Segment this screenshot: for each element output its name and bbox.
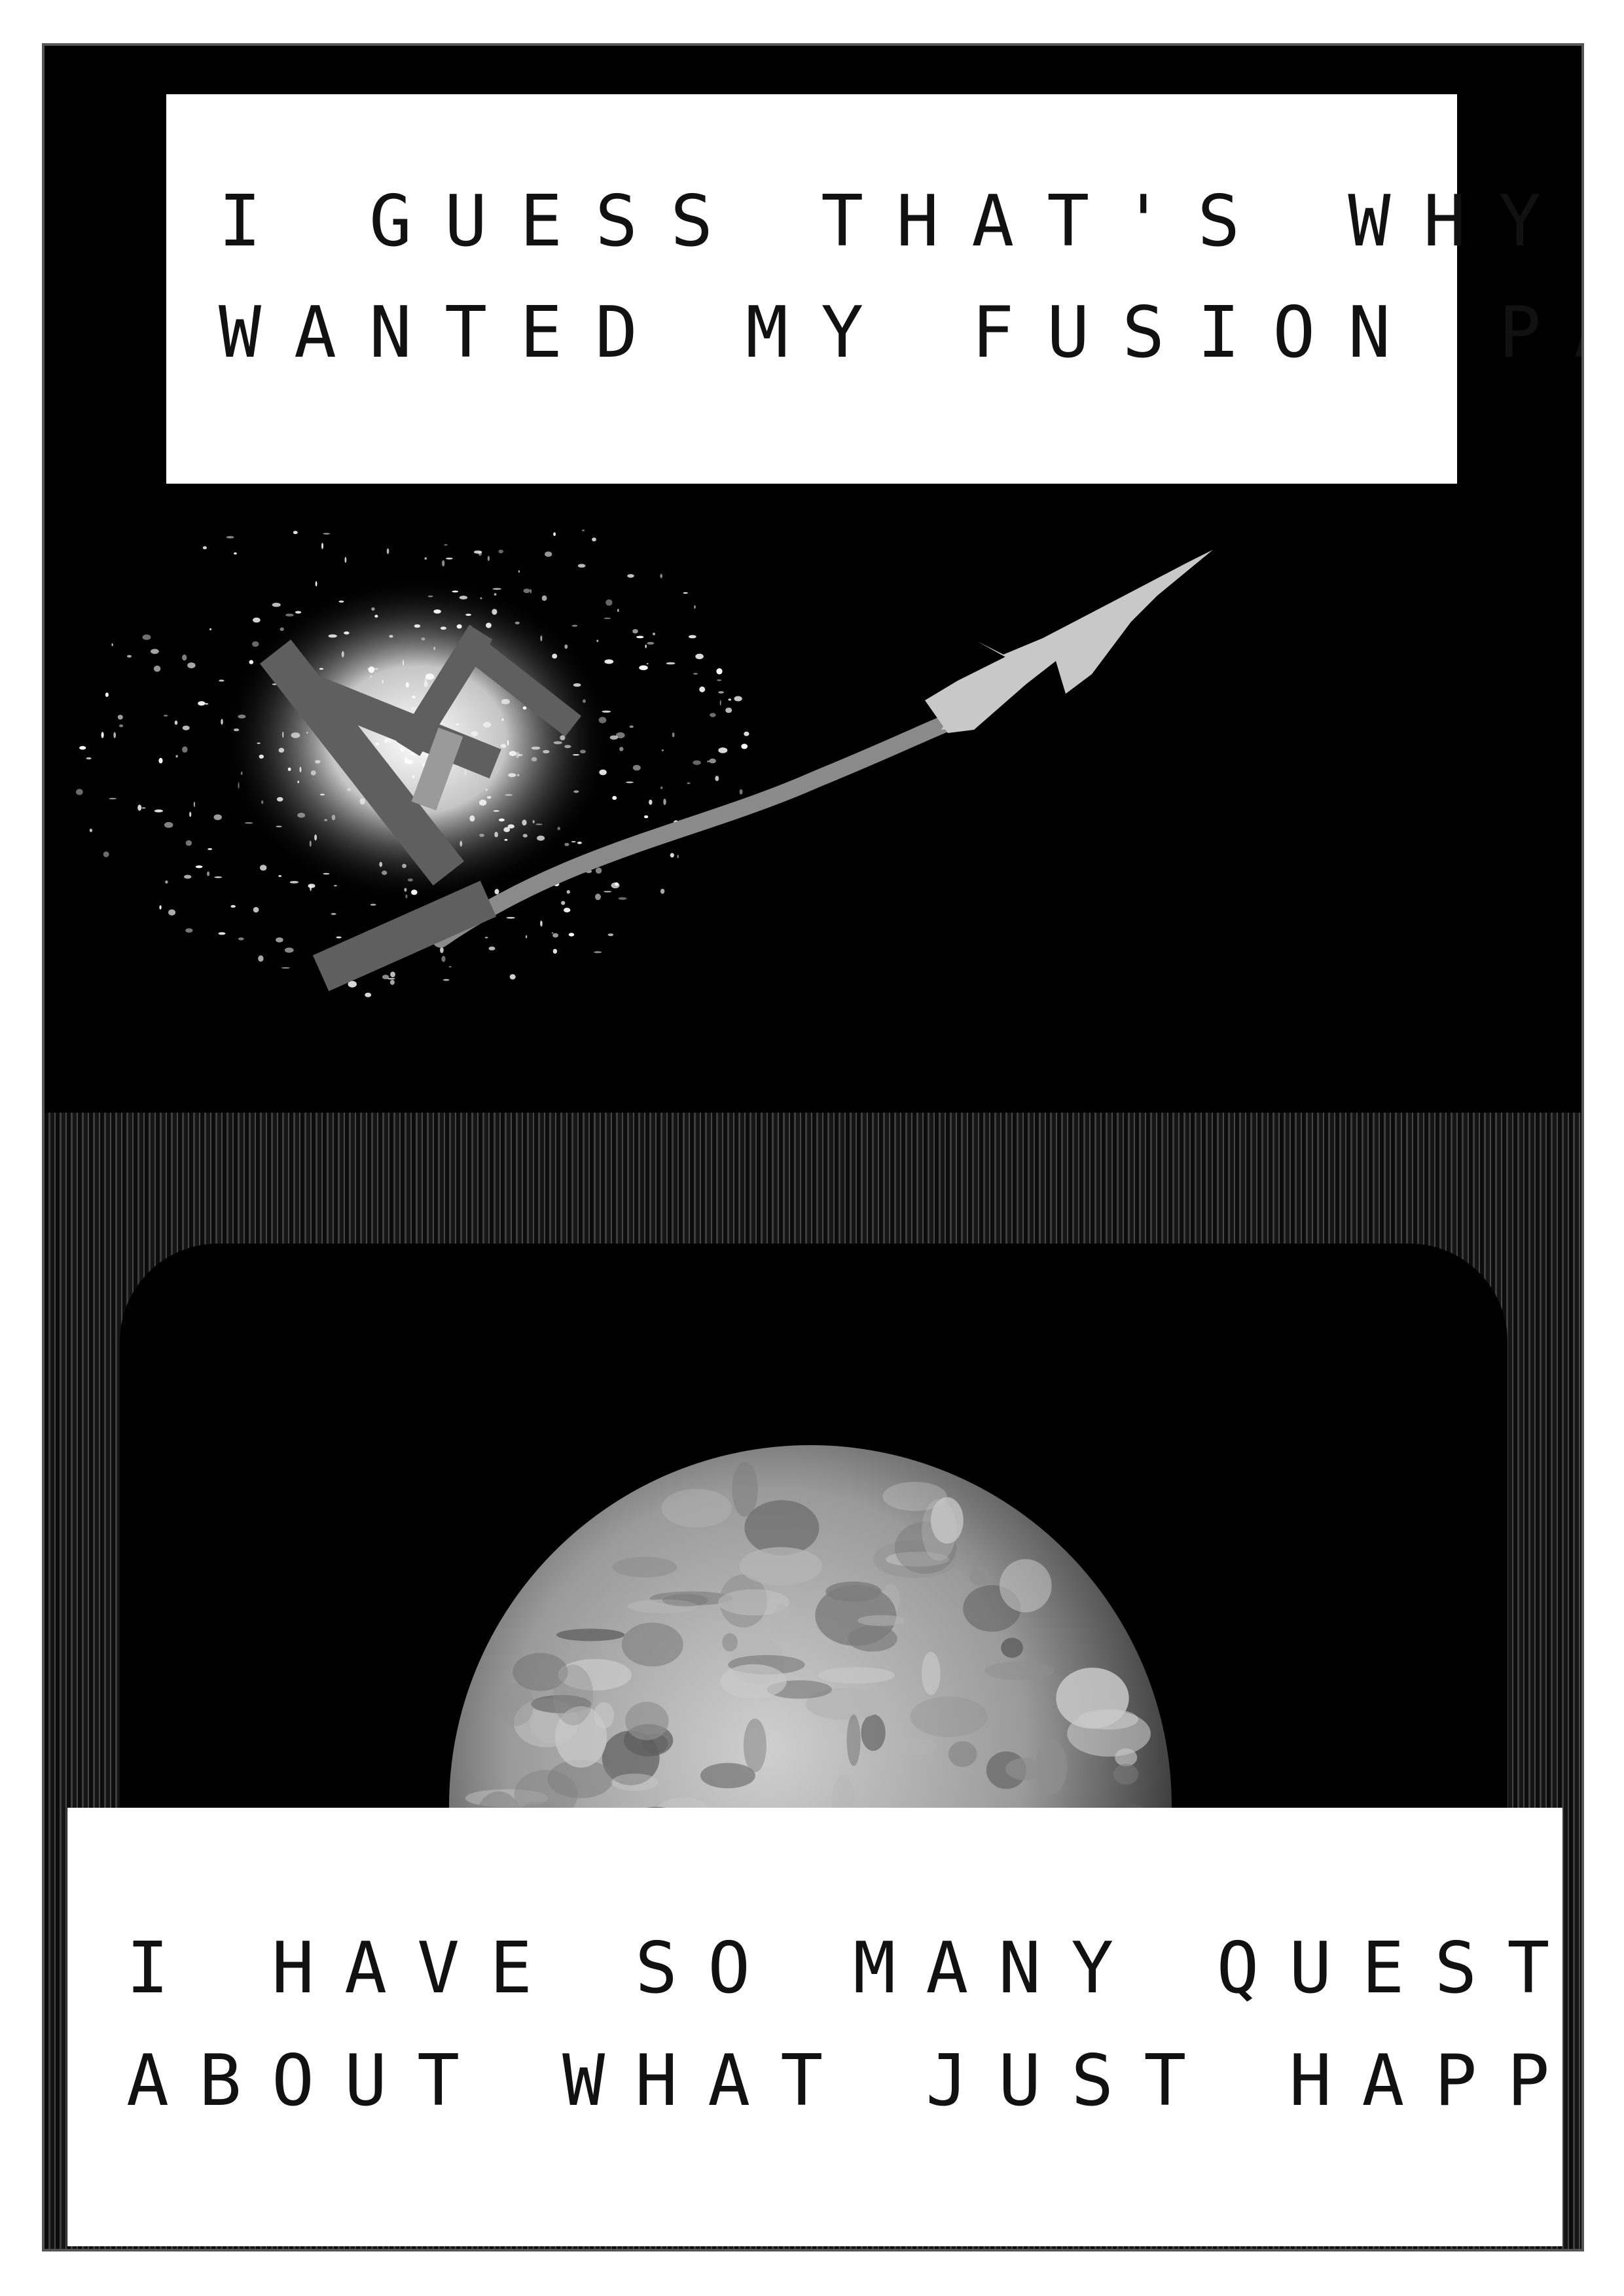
panel-top: I guess that's why he wanted my fusion p… bbox=[45, 46, 1581, 1113]
spaceship-icon bbox=[925, 550, 1213, 733]
caption-line: I guess that's why he bbox=[219, 181, 1581, 262]
caption-box-top: I guess that's why he wanted my fusion p… bbox=[166, 94, 1581, 484]
caption-line: wanted my fusion pack.. bbox=[219, 292, 1581, 374]
caption-box-bottom: I have so many questions about what just… bbox=[67, 1808, 1581, 2246]
comic-page: I guess that's why he wanted my fusion p… bbox=[42, 43, 1584, 2251]
panel-bottom: I have so many questions about what just… bbox=[45, 1113, 1581, 2249]
caption-line: I have so many questions bbox=[126, 1928, 1581, 2009]
caption-line: about what just happened.. bbox=[126, 2040, 1581, 2122]
